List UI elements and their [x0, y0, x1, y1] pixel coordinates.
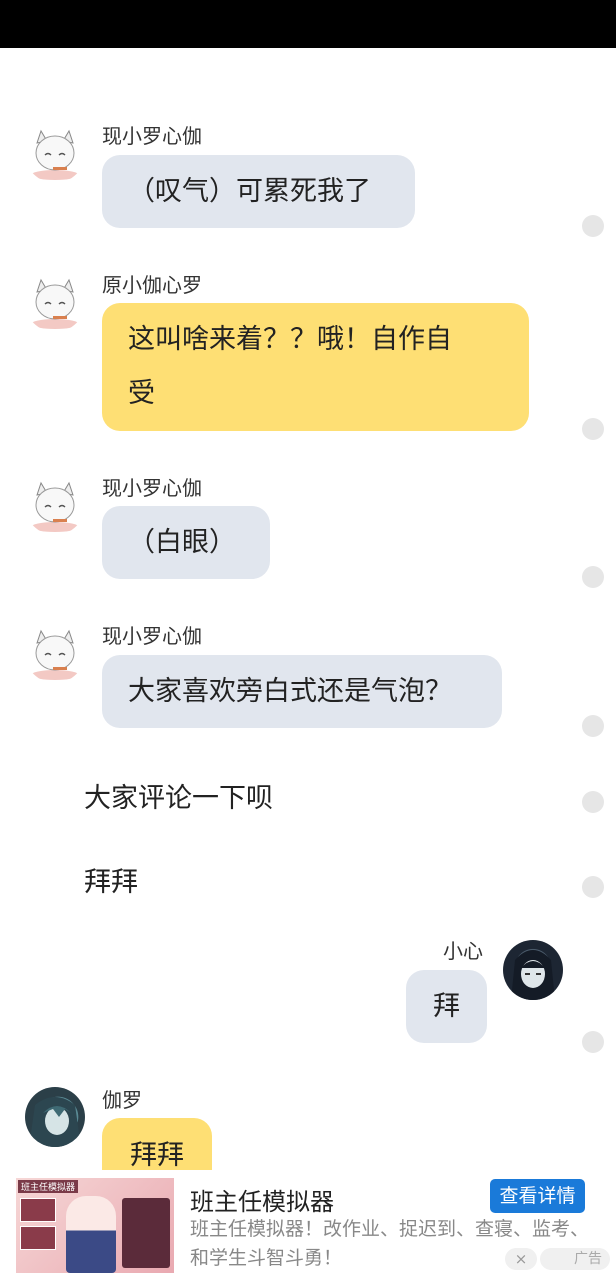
ad-image-card: [20, 1226, 56, 1250]
comment-dot[interactable]: [582, 418, 604, 440]
sender-name: 小心: [443, 939, 483, 963]
message-bubble[interactable]: 大家喜欢旁白式还是气泡？: [102, 655, 502, 728]
teal-hair-avatar-icon: [29, 1097, 81, 1147]
comment-dot[interactable]: [582, 791, 604, 813]
narration-text: 拜拜: [84, 867, 138, 898]
ad-badge: 广告: [540, 1248, 610, 1270]
comment-dot[interactable]: [582, 876, 604, 898]
cat-girl-avatar-icon: [31, 278, 79, 329]
ad-image-character: [66, 1196, 116, 1273]
status-bar: [0, 0, 616, 48]
ad-image[interactable]: 班主任模拟器: [16, 1178, 174, 1273]
message-bubble[interactable]: （叹气）可累死我了: [102, 155, 415, 228]
cat-girl-avatar-icon: [31, 481, 79, 532]
avatar[interactable]: [503, 940, 563, 1000]
ad-title[interactable]: 班主任模拟器: [190, 1182, 334, 1217]
ad-description: 班主任模拟器！改作业、捉迟到、查寝、监考、和学生斗智斗勇！: [190, 1218, 590, 1269]
message-bubble[interactable]: 这叫啥来着？？哦！自作自 受: [102, 303, 529, 431]
cat-girl-avatar-icon: [31, 629, 79, 680]
comment-dot[interactable]: [582, 715, 604, 737]
comment-dot[interactable]: [582, 566, 604, 588]
message-bubble[interactable]: 拜: [406, 970, 487, 1043]
ad-image-panel: [122, 1198, 170, 1268]
dark-hair-avatar-icon: [511, 950, 555, 1000]
sender-name: 现小罗心伽: [102, 624, 202, 648]
comment-dot[interactable]: [582, 215, 604, 237]
ad-banner[interactable]: 班主任模拟器 班主任模拟器 班主任模拟器！改作业、捉迟到、查寝、监考、和学生斗智…: [0, 1170, 616, 1280]
sender-name: 原小伽心罗: [102, 273, 202, 297]
sender-name: 现小罗心伽: [102, 476, 202, 500]
message-line: 这叫啥来着？？哦！自作自: [128, 324, 452, 355]
view-details-button[interactable]: 查看详情: [490, 1179, 585, 1213]
sender-name: 现小罗心伽: [102, 124, 202, 148]
narration-text: 大家评论一下呗: [84, 783, 273, 814]
comment-dot[interactable]: [582, 1031, 604, 1053]
avatar[interactable]: [25, 123, 85, 183]
message-bubble[interactable]: （白眼）: [102, 506, 270, 579]
ad-image-title: 班主任模拟器: [18, 1180, 79, 1193]
cat-girl-avatar-icon: [31, 129, 79, 180]
close-icon[interactable]: ×: [505, 1248, 537, 1270]
sender-name: 伽罗: [102, 1088, 142, 1112]
ad-image-card: [20, 1198, 56, 1222]
avatar[interactable]: [25, 475, 85, 535]
avatar[interactable]: [25, 272, 85, 332]
avatar[interactable]: [25, 623, 85, 683]
avatar[interactable]: [25, 1087, 85, 1147]
message-line: 受: [128, 378, 155, 409]
